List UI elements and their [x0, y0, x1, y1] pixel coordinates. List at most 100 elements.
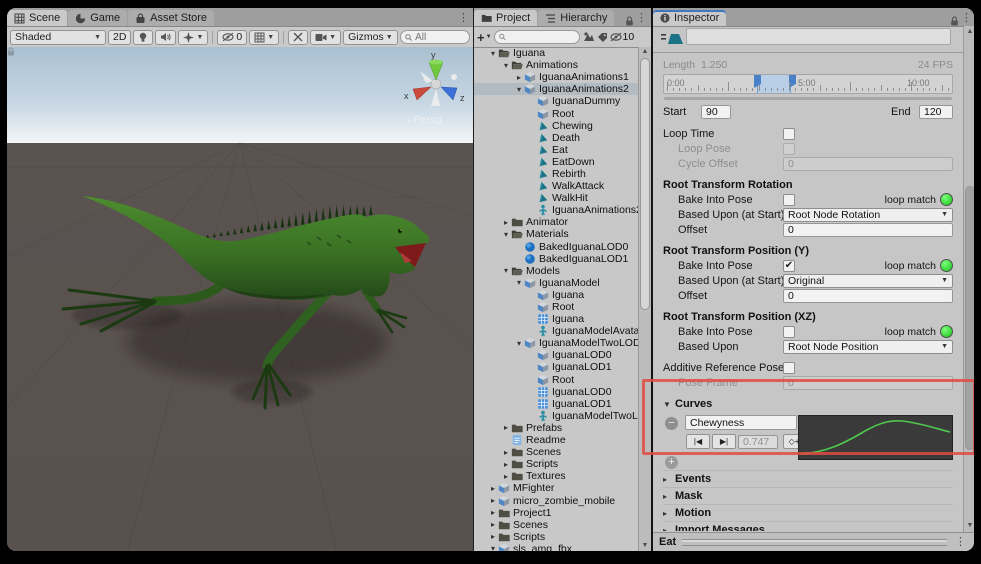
tree-item-animator[interactable]: ▸Animator — [474, 216, 638, 228]
scroll-down-icon[interactable]: ▼ — [964, 521, 974, 531]
additive-reference-pose-checkbox[interactable] — [783, 362, 795, 374]
expander-icon[interactable]: ▾ — [501, 266, 511, 275]
tree-item-bakediguanalod1[interactable]: BakedIguanaLOD1 — [474, 253, 638, 265]
2d-toggle-button[interactable]: 2D — [108, 30, 131, 45]
expander-icon[interactable]: ▾ — [514, 85, 524, 94]
offset-field[interactable]: 0 — [783, 289, 953, 303]
clip-name-field[interactable] — [686, 28, 951, 45]
scene-viewport[interactable]: y x z ‹Persp — [7, 47, 473, 551]
tree-item-micro_zombie_mobile[interactable]: ▸micro_zombie_mobile — [474, 494, 638, 506]
project-menu-icon[interactable]: ⋮ — [634, 11, 651, 26]
based-upon-at-start--dropdown[interactable]: Original▼ — [783, 274, 953, 288]
scene-search-field[interactable] — [400, 30, 470, 44]
clip-range-selection[interactable] — [757, 75, 791, 93]
inspector-scrollbar[interactable]: ▲ ▼ — [963, 26, 974, 532]
tree-item-materials[interactable]: ▾Materials — [474, 228, 638, 240]
expander-icon[interactable]: ▸ — [488, 496, 498, 505]
tree-item-iguana[interactable]: Iguana — [474, 289, 638, 301]
lock-icon[interactable] — [950, 16, 959, 26]
tab-game[interactable]: Game — [68, 10, 127, 26]
hidden-objects-button[interactable]: 0 — [217, 30, 247, 45]
search-by-type-icon[interactable] — [582, 31, 595, 43]
expander-icon[interactable]: ▸ — [501, 448, 511, 457]
clip-end-handle[interactable] — [789, 75, 796, 84]
expander-icon[interactable]: ▾ — [501, 61, 511, 70]
tree-item-iguanadummy[interactable]: IguanaDummy — [474, 95, 638, 107]
expander-icon[interactable]: ▸ — [501, 218, 511, 227]
gizmo-neg-axis-cone[interactable] — [431, 89, 440, 106]
tree-item-iguanalod0[interactable]: IguanaLOD0 — [474, 386, 638, 398]
expander-icon[interactable]: ▸ — [488, 532, 498, 541]
scroll-up-icon[interactable]: ▲ — [964, 27, 974, 37]
scene-effects-dropdown[interactable]: ▼ — [178, 30, 208, 45]
tree-item-readme[interactable]: Readme — [474, 434, 638, 446]
gizmo-neg-axis-cone[interactable] — [451, 74, 457, 80]
bake-into-pose-checkbox[interactable] — [783, 326, 795, 338]
tree-item-chewing[interactable]: Chewing — [474, 120, 638, 132]
gizmo-y-axis-cone[interactable] — [429, 62, 443, 80]
foldout-mask[interactable]: ▸Mask — [663, 487, 953, 504]
grid-visibility-dropdown[interactable]: ▼ — [249, 30, 279, 45]
tree-item-root[interactable]: Root — [474, 374, 638, 386]
curve-name-field[interactable]: Chewyness — [685, 415, 797, 430]
tab-asset-store[interactable]: Asset Store — [128, 10, 214, 26]
gizmo-x-axis-cone[interactable] — [413, 87, 431, 100]
expander-icon[interactable]: ▸ — [488, 484, 498, 493]
loop-time-checkbox[interactable] — [783, 128, 795, 140]
tree-item-project1[interactable]: ▸Project1 — [474, 507, 638, 519]
tree-item-iguanaanimations1[interactable]: ▸IguanaAnimations1 — [474, 71, 638, 83]
tab-scene[interactable]: Scene — [7, 10, 67, 26]
bake-into-pose-checkbox[interactable] — [783, 194, 795, 206]
ruler-scrollbar[interactable] — [664, 97, 952, 100]
clip-timeline-ruler[interactable]: 0:00 5:00 10:00 — [663, 74, 953, 94]
scroll-up-icon[interactable]: ▲ — [639, 47, 651, 57]
tree-item-walkattack[interactable]: WalkAttack — [474, 180, 638, 192]
scene-tools-button[interactable] — [288, 30, 308, 45]
tree-item-mfighter[interactable]: ▸MFighter — [474, 482, 638, 494]
scene-camera-dropdown[interactable]: ▼ — [310, 30, 341, 45]
scroll-down-icon[interactable]: ▼ — [639, 541, 651, 551]
curves-foldout[interactable]: ▼ Curves — [663, 396, 953, 412]
foldout-import-messages[interactable]: ▸Import Messages — [663, 521, 953, 531]
gizmo-neg-axis-cone[interactable] — [420, 71, 433, 83]
expander-icon[interactable]: ▾ — [514, 339, 524, 348]
scene-menu-icon[interactable]: ⋮ — [456, 11, 473, 26]
tree-item-animations[interactable]: ▾Animations — [474, 59, 638, 71]
project-search-field[interactable] — [494, 30, 580, 44]
tab-inspector[interactable]: Inspector — [653, 10, 726, 26]
tree-item-iguanamodeltwolods[interactable]: ▾IguanaModelTwoLODs — [474, 337, 638, 349]
project-scroll-thumb[interactable] — [640, 58, 650, 310]
tree-item-iguanamodeltwolo[interactable]: IguanaModelTwoLO — [474, 410, 638, 422]
tab-hierarchy[interactable]: Hierarchy — [538, 10, 614, 26]
gizmo-z-axis-cone[interactable] — [441, 87, 457, 100]
tree-item-iguanalod0[interactable]: IguanaLOD0 — [474, 349, 638, 361]
based-upon-dropdown[interactable]: Root Node Position▼ — [783, 340, 953, 354]
expander-icon[interactable]: ▾ — [488, 544, 498, 551]
tab-project[interactable]: Project — [474, 10, 537, 26]
based-upon-at-start--dropdown[interactable]: Root Node Rotation▼ — [783, 208, 953, 222]
scene-lighting-button[interactable] — [133, 30, 153, 45]
tree-item-scripts[interactable]: ▸Scripts — [474, 531, 638, 543]
bake-into-pose-checkbox[interactable]: ✔ — [783, 260, 795, 272]
preview-pane-header[interactable]: Eat ⋮ — [653, 532, 974, 551]
tree-item-iguanalod1[interactable]: IguanaLOD1 — [474, 361, 638, 373]
tree-item-root[interactable]: Root — [474, 107, 638, 119]
tree-item-scripts[interactable]: ▸Scripts — [474, 458, 638, 470]
expander-icon[interactable]: ▾ — [488, 49, 498, 58]
curve-value-field[interactable]: 0.747 — [738, 435, 778, 449]
scene-orientation-gizmo[interactable]: y x z — [404, 50, 465, 106]
first-key-button[interactable]: |◀ — [686, 434, 710, 449]
tree-item-bakediguanalod0[interactable]: BakedIguanaLOD0 — [474, 241, 638, 253]
tree-item-death[interactable]: Death — [474, 132, 638, 144]
inspector-menu-icon[interactable]: ⋮ — [959, 11, 974, 26]
gizmos-dropdown[interactable]: Gizmos▼ — [343, 30, 398, 45]
tree-item-iguanaanimations2[interactable]: ▾IguanaAnimations2 — [474, 83, 638, 95]
lock-icon[interactable] — [625, 16, 634, 26]
perspective-toggle[interactable]: ‹Persp — [408, 115, 442, 126]
preview-menu-icon[interactable]: ⋮ — [953, 535, 970, 550]
expander-icon[interactable]: ▾ — [501, 230, 511, 239]
expander-icon[interactable]: ▸ — [514, 73, 524, 82]
project-scrollbar[interactable]: ▲ ▼ — [638, 47, 651, 551]
tree-item-models[interactable]: ▾Models — [474, 265, 638, 277]
foldout-events[interactable]: ▸Events — [663, 470, 953, 487]
